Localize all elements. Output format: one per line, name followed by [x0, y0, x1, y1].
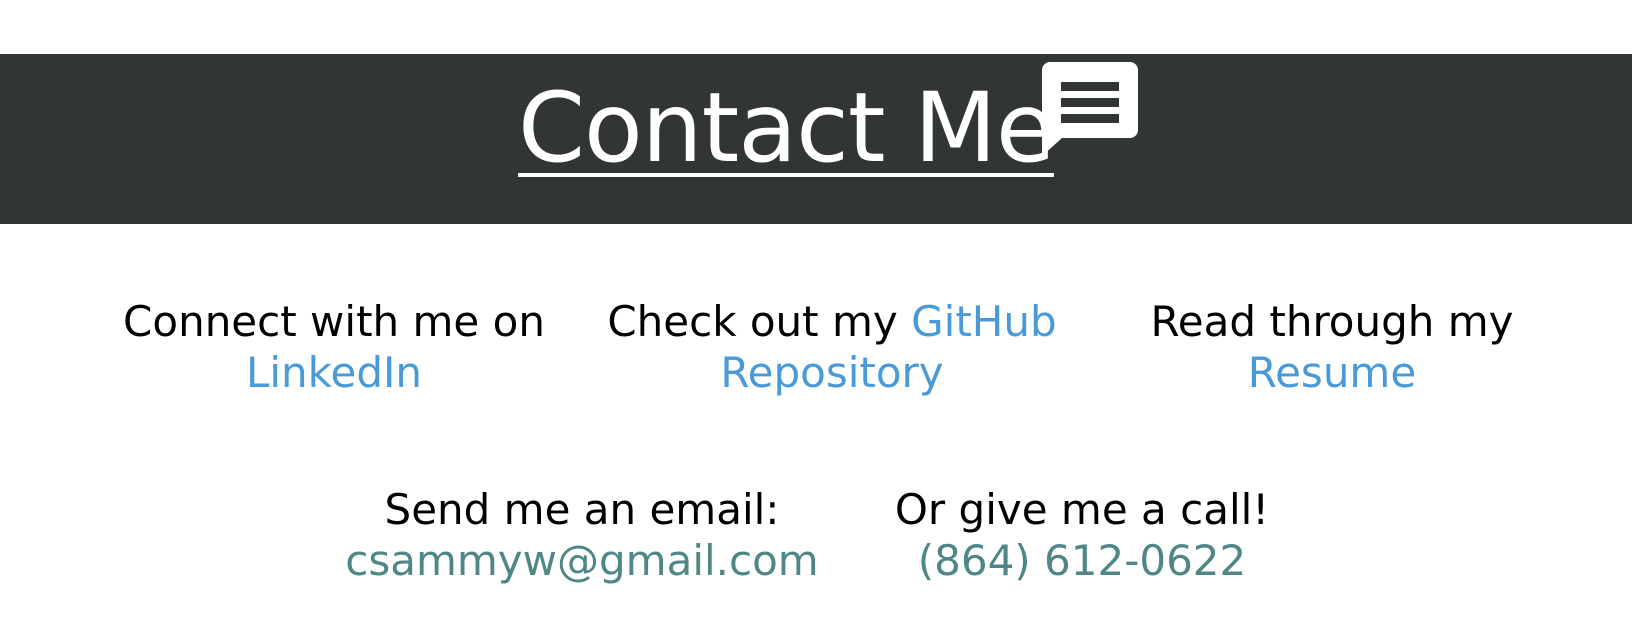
linkedin-section: Connect with me on LinkedIn [120, 296, 548, 398]
resume-prefix-text: Read through my [1150, 297, 1514, 346]
chat-bubble-icon [1042, 62, 1138, 156]
linkedin-link[interactable]: LinkedIn [246, 348, 422, 397]
github-link-part1[interactable]: GitHub [911, 297, 1057, 346]
contact-page: Contact Me Connect with me on LinkedIn C… [0, 0, 1632, 638]
resume-link[interactable]: Resume [1248, 348, 1416, 397]
phone-label: Or give me a call! [894, 485, 1270, 534]
contact-me-title-link[interactable]: Contact Me [518, 78, 1055, 178]
phone-link[interactable]: (864) 612-0622 [918, 536, 1247, 585]
resume-section: Read through my Resume [1116, 296, 1548, 398]
github-prefix-text: Check out my [607, 297, 898, 346]
github-link-part2[interactable]: Repository [720, 348, 943, 397]
email-label: Send me an email: [384, 485, 780, 534]
linkedin-prefix-text: Connect with me on [123, 297, 545, 346]
email-section: Send me an email: csammyw@gmail.com [330, 484, 834, 586]
phone-section: Or give me a call! (864) 612-0622 [880, 484, 1284, 586]
email-link[interactable]: csammyw@gmail.com [345, 536, 818, 585]
github-section: Check out my GitHub Repository [594, 296, 1070, 398]
